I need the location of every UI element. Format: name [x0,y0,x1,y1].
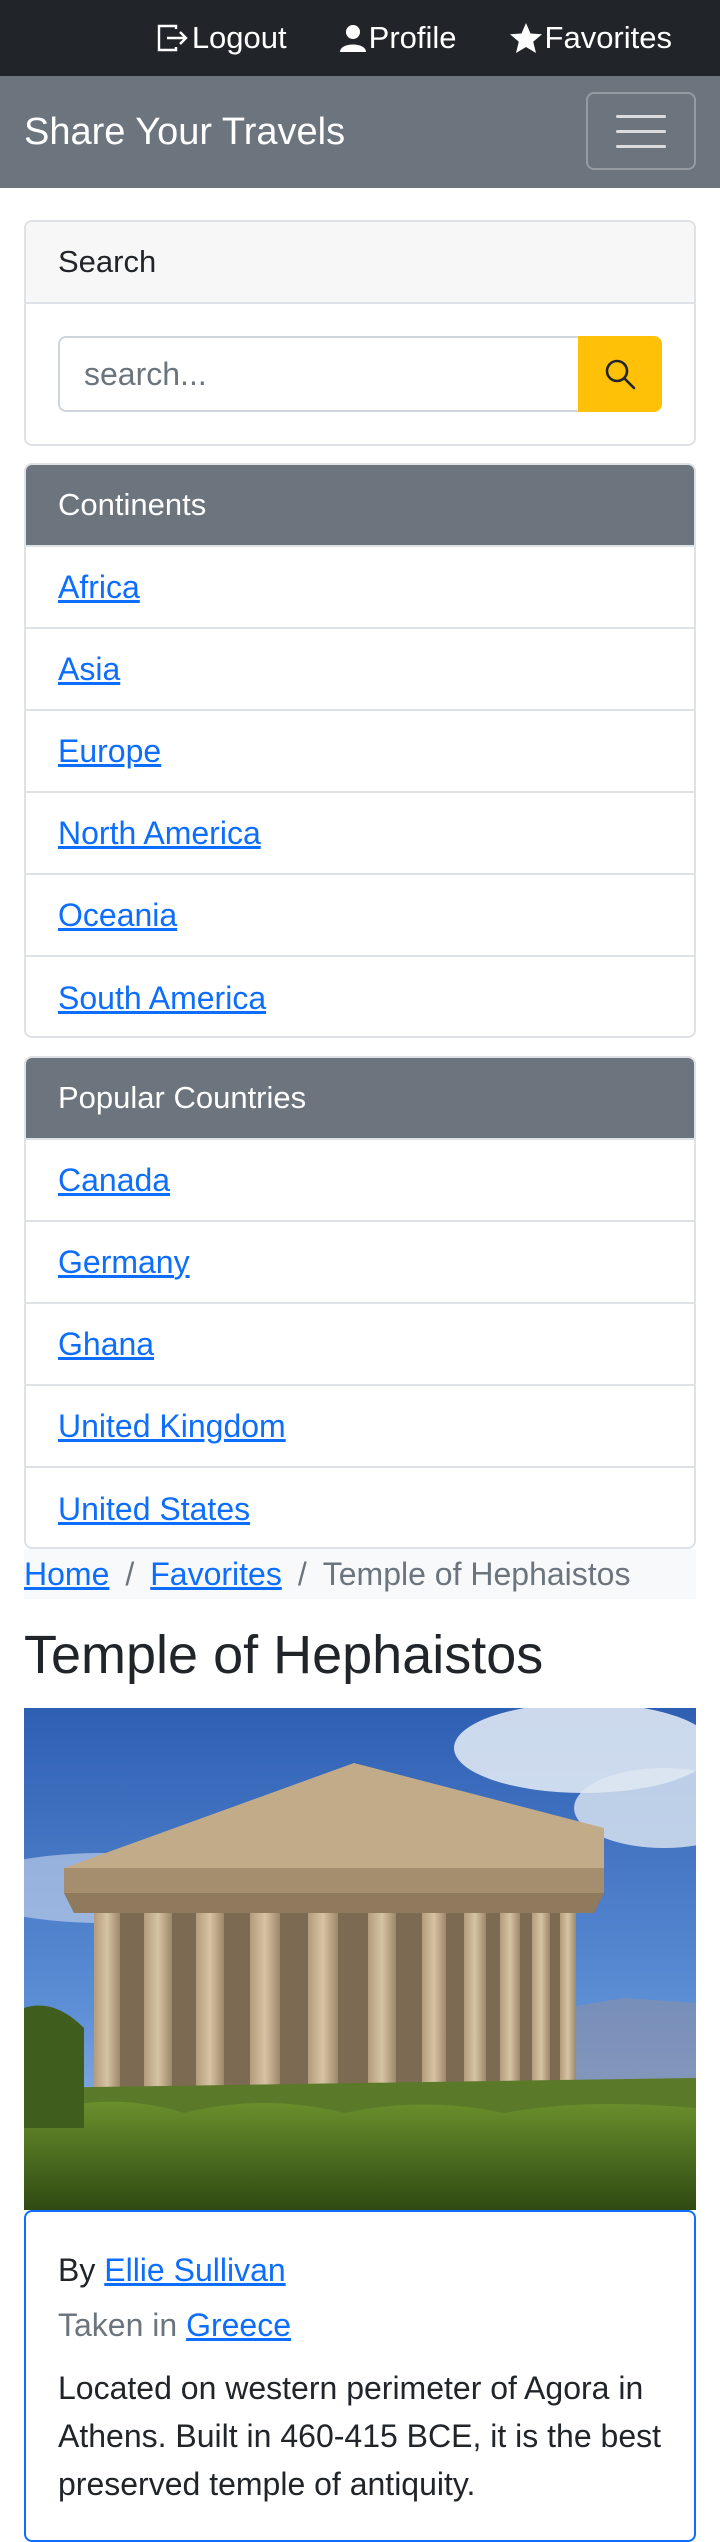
author-link[interactable]: Ellie Sullivan [104,2252,285,2288]
author-prefix: By [58,2252,96,2288]
hamburger-icon [616,129,666,133]
photo-author: By Ellie Sullivan [58,2252,662,2289]
star-icon [509,23,542,53]
search-button[interactable] [578,336,662,412]
breadcrumb: Home / Favorites / Temple of Hephaistos [24,1549,696,1599]
top-bar: Logout Profile Favorites [0,0,720,76]
person-icon [339,25,366,52]
continent-link-africa[interactable]: Africa [58,569,140,606]
navbar: Share Your Travels [0,76,720,188]
photo-description: Located on western perimeter of Agora in… [58,2370,661,2502]
menu-toggle-button[interactable] [586,92,696,170]
continent-link-oceania[interactable]: Oceania [58,897,177,934]
continent-link-asia[interactable]: Asia [58,651,120,688]
favorites-link[interactable]: Favorites [509,20,672,56]
country-link-canada[interactable]: Canada [58,1162,170,1199]
page-title: Temple of Hephaistos [24,1625,544,1685]
list-item: Asia [26,629,694,711]
country-link-united-states[interactable]: United States [58,1491,250,1528]
list-item: United States [26,1468,694,1547]
location-prefix: Taken in [58,2307,178,2343]
popular-countries-card: Popular Countries Canada Germany Ghana U… [24,1056,696,1549]
search-input[interactable] [58,336,578,412]
popular-countries-header: Popular Countries [26,1058,694,1140]
favorites-label: Favorites [544,20,672,55]
profile-label: Profile [368,20,457,55]
search-card: Search [24,220,696,446]
list-item: Ghana [26,1304,694,1386]
hamburger-icon [616,114,666,118]
breadcrumb-separator: / [297,1555,307,1592]
country-link-united-kingdom[interactable]: United Kingdom [58,1408,286,1445]
search-icon [605,359,636,390]
photo-details-card: By Ellie Sullivan Taken in Greece Locate… [24,2210,696,2542]
continent-link-europe[interactable]: Europe [58,733,161,770]
country-link-ghana[interactable]: Ghana [58,1326,154,1363]
continent-link-north-america[interactable]: North America [58,815,261,852]
logout-icon [157,24,188,52]
hamburger-icon [616,144,666,148]
logout-label: Logout [191,20,287,55]
continent-link-south-america[interactable]: South America [58,980,266,1017]
country-link[interactable]: Greece [186,2307,291,2343]
breadcrumb-separator: / [125,1555,135,1592]
photo-location: Taken in Greece [58,2307,662,2344]
continents-card: Continents Africa Asia Europe North Amer… [24,463,696,1038]
list-item: Canada [26,1140,694,1222]
profile-link[interactable]: Profile [339,20,457,56]
list-item: Oceania [26,875,694,957]
brand-title[interactable]: Share Your Travels [24,111,345,154]
logout-link[interactable]: Logout [156,20,287,56]
list-item: Germany [26,1222,694,1304]
list-item: Europe [26,711,694,793]
list-item: South America [26,957,694,1036]
list-item: United Kingdom [26,1386,694,1468]
country-link-germany[interactable]: Germany [58,1244,190,1281]
breadcrumb-home-link[interactable]: Home [24,1556,109,1593]
search-card-header: Search [26,222,694,304]
list-item: Africa [26,547,694,629]
search-form [26,304,694,444]
breadcrumb-favorites-link[interactable]: Favorites [150,1556,282,1593]
travel-photo [24,1708,696,2210]
breadcrumb-current: Temple of Hephaistos [322,1555,631,1592]
list-item: North America [26,793,694,875]
continents-card-header: Continents [26,465,694,547]
